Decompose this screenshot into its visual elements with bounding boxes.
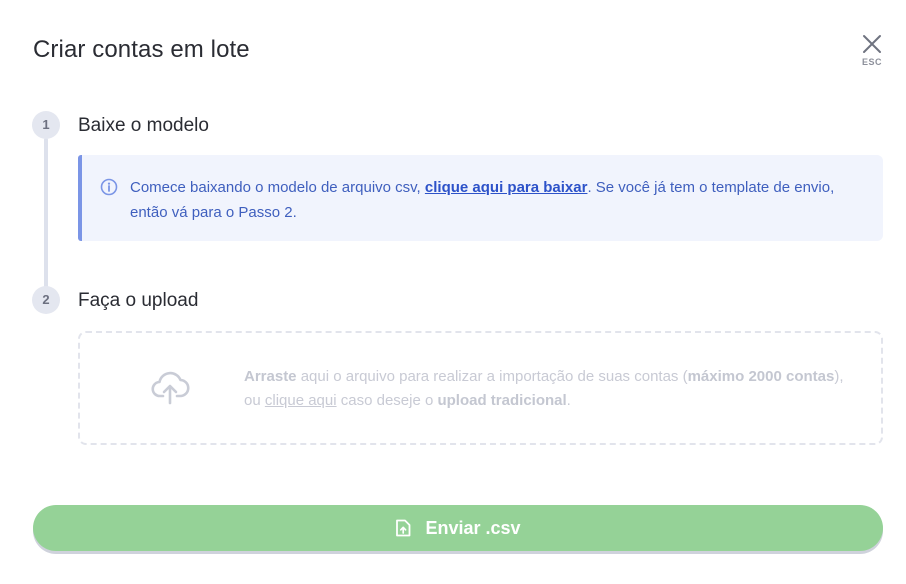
download-template-link[interactable]: clique aqui para baixar: [425, 179, 588, 196]
modal-title: Criar contas em lote: [33, 36, 250, 63]
dropzone-text: Arraste aqui o arquivo para realizar a i…: [244, 365, 864, 413]
steps-rail: [44, 138, 48, 288]
step-2-title: Faça o upload: [78, 290, 199, 311]
submit-csv-button[interactable]: Enviar .csv: [33, 505, 883, 551]
close-button[interactable]: ESC: [856, 34, 888, 76]
step-2-number: 2: [32, 286, 60, 314]
step-1-title: Baixe o modelo: [78, 115, 209, 136]
drag-text: aqui o arquivo para realizar a importaçã…: [296, 368, 688, 385]
batch-accounts-modal: Criar contas em lote ESC 1 Baixe o model…: [0, 0, 906, 584]
submit-label: Enviar .csv: [425, 517, 521, 538]
file-upload-icon: [396, 519, 411, 537]
end-text: .: [566, 392, 571, 409]
cloud-upload-icon: [151, 371, 190, 405]
info-icon: [100, 178, 118, 196]
download-info-box: Comece baixando o modelo de arquivo csv,…: [78, 155, 883, 241]
info-text-before: Comece baixando o modelo de arquivo csv,: [130, 179, 425, 196]
max-bold: máximo 2000 contas: [687, 368, 835, 385]
traditional-upload-bold: upload tradicional: [437, 392, 567, 409]
close-icon: [863, 35, 881, 53]
esc-hint: ESC: [861, 57, 882, 67]
after-link-text: caso deseje o: [336, 392, 438, 409]
upload-dropzone[interactable]: Arraste aqui o arquivo para realizar a i…: [78, 331, 883, 445]
step-1-number: 1: [32, 111, 60, 139]
drag-bold: Arraste: [244, 368, 297, 385]
click-here-link[interactable]: clique aqui: [265, 392, 337, 409]
